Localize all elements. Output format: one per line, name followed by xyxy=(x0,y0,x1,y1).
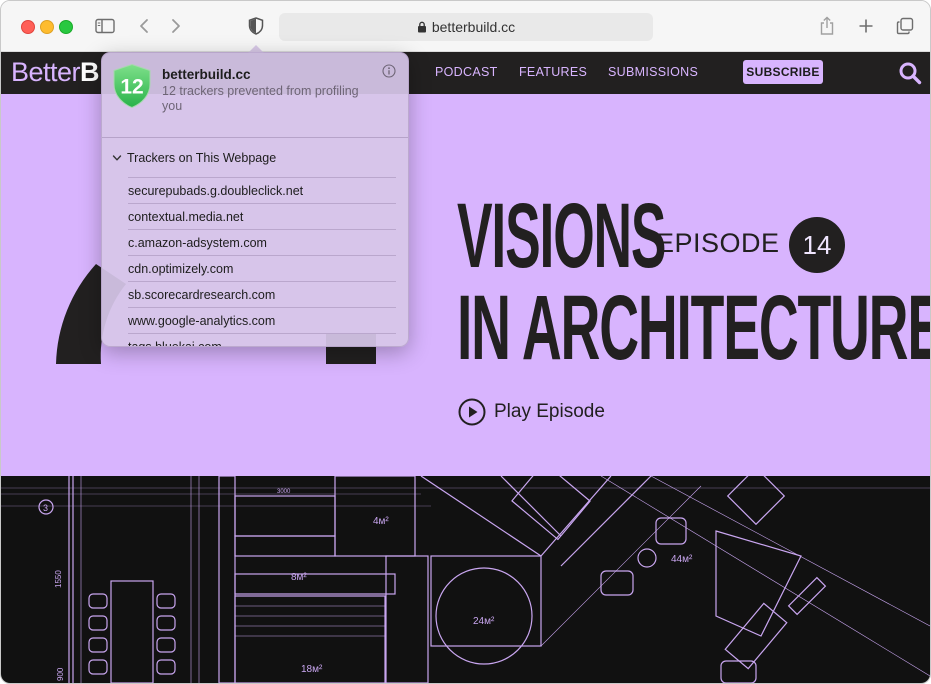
tracker-count-shield-icon: 12 xyxy=(112,63,152,114)
room-label-8m: 8м² xyxy=(291,572,307,583)
trackers-section-title: Trackers on This Webpage xyxy=(127,151,277,165)
play-icon xyxy=(458,398,486,426)
browser-window: betterbuild.cc BetterB PODCAST FEATURES … xyxy=(0,0,931,684)
site-logo[interactable]: BetterB xyxy=(11,57,100,88)
privacy-report-header: 12 betterbuild.cc 12 trackers prevented … xyxy=(102,53,408,137)
url-text: betterbuild.cc xyxy=(431,19,516,35)
episode-label: EPISODE xyxy=(656,228,780,258)
episode-title-line2: IN ARCHITECTURE xyxy=(457,277,930,379)
grid-marker-3: 3 xyxy=(43,503,48,513)
episode-number-badge: 14 xyxy=(789,217,845,273)
forward-icon[interactable] xyxy=(164,14,188,38)
dimension-900: 900 xyxy=(56,667,65,681)
room-label-24m: 24м² xyxy=(473,616,495,627)
tracker-item: sb.scorecardresearch.com xyxy=(128,281,396,307)
room-label-44m: 44м² xyxy=(671,554,693,565)
tab-overview-icon[interactable] xyxy=(893,14,917,38)
close-window-button[interactable] xyxy=(21,20,35,34)
privacy-shield-icon[interactable] xyxy=(244,14,268,38)
tracker-item: securepubads.g.doubleclick.net xyxy=(128,177,396,203)
trackers-prevented-message: 12 trackers prevented from profiling you xyxy=(162,84,359,113)
back-icon[interactable] xyxy=(132,14,156,38)
episode-title-line1: VISIONS xyxy=(457,185,667,287)
privacy-report-popover: 12 betterbuild.cc 12 trackers prevented … xyxy=(101,52,409,347)
tracker-list[interactable]: securepubads.g.doubleclick.net contextua… xyxy=(128,177,396,346)
play-episode-button[interactable]: Play Episode xyxy=(458,398,605,426)
address-bar[interactable]: betterbuild.cc xyxy=(279,13,653,41)
popover-divider xyxy=(102,137,408,138)
sidebar-icon[interactable] xyxy=(93,14,117,38)
blueprint-image: 3 4м² 8м² 24м² 44м² 18м² 1550 3000 900 xyxy=(1,476,930,683)
dimension-3000: 3000 xyxy=(277,489,291,495)
floor-plan-drawing: 3 4м² 8м² 24м² 44м² 18м² 1550 3000 900 xyxy=(1,476,930,683)
new-tab-icon[interactable] xyxy=(854,14,878,38)
zoom-window-button[interactable] xyxy=(59,20,73,34)
dimension-1550: 1550 xyxy=(54,570,63,588)
subscribe-button[interactable]: SUBSCRIBE xyxy=(743,60,823,84)
tracker-item: www.google-analytics.com xyxy=(128,307,396,333)
nav-podcast[interactable]: PODCAST xyxy=(435,65,498,79)
trackers-section-toggle[interactable]: Trackers on This Webpage xyxy=(112,151,276,165)
room-label-18m: 18м² xyxy=(301,664,323,675)
chevron-down-icon xyxy=(112,154,122,162)
nav-submissions[interactable]: SUBMISSIONS xyxy=(608,65,698,79)
share-icon[interactable] xyxy=(815,14,839,38)
tracker-item: cdn.optimizely.com xyxy=(128,255,396,281)
info-icon[interactable] xyxy=(382,64,396,83)
search-icon[interactable] xyxy=(898,61,922,90)
tracker-count: 12 xyxy=(120,76,143,99)
room-label-4m: 4м² xyxy=(373,516,389,527)
report-site-name: betterbuild.cc xyxy=(162,67,251,82)
tracker-item: tags.bluekai.com xyxy=(128,333,396,346)
lock-icon xyxy=(417,21,427,33)
tracker-item: contextual.media.net xyxy=(128,203,396,229)
browser-toolbar: betterbuild.cc xyxy=(1,1,930,52)
play-episode-label: Play Episode xyxy=(494,401,605,422)
tracker-item: c.amazon-adsystem.com xyxy=(128,229,396,255)
nav-features[interactable]: FEATURES xyxy=(519,65,587,79)
minimize-window-button[interactable] xyxy=(40,20,54,34)
